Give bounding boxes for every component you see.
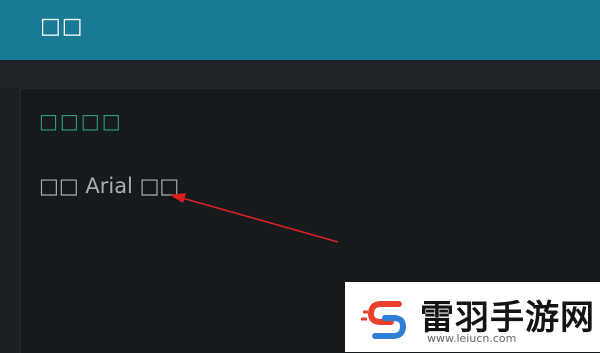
top-bar: □□ (0, 0, 600, 60)
watermark-url: www.leiucn.com (427, 332, 517, 345)
header-band (0, 60, 600, 88)
watermark: 雷羽手游网 www.leiucn.com (345, 282, 600, 352)
brand-logo-icon (361, 301, 407, 339)
section-title: □□□□ (39, 109, 123, 133)
font-option-arial[interactable]: □□ Arial □□ (39, 174, 179, 198)
window-title: □□ (40, 14, 84, 39)
